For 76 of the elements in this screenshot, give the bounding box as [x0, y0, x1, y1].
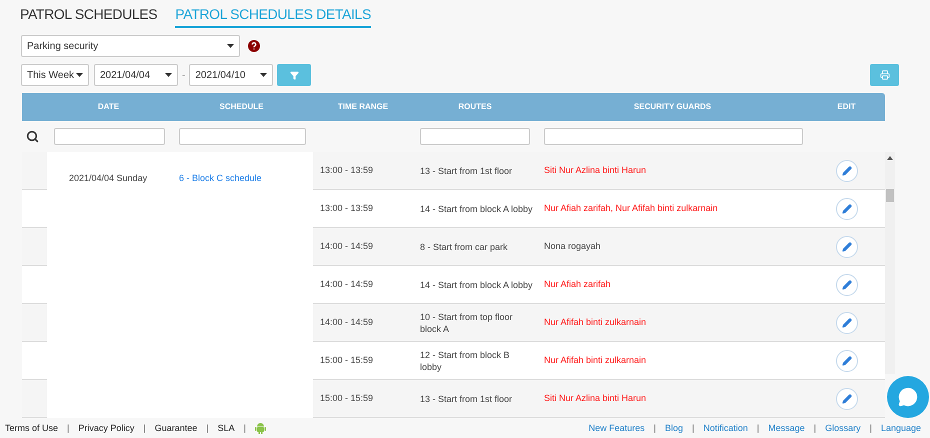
edit-button[interactable]	[836, 388, 858, 410]
caret-icon	[227, 44, 234, 48]
print-button[interactable]	[870, 64, 899, 86]
footer-link[interactable]: Glossary	[825, 422, 861, 435]
link-separator: |	[756, 422, 760, 435]
filter-button[interactable]	[277, 64, 312, 86]
date-select[interactable]: 2021/04/10	[189, 64, 274, 86]
scroll-up-icon[interactable]	[887, 156, 893, 160]
footer-link[interactable]: Guarantee	[154, 422, 198, 435]
table-cell: Nur Afiah zarifah	[537, 266, 808, 304]
edit-button[interactable]	[836, 274, 858, 296]
edit-button[interactable]	[836, 198, 858, 220]
footer-link[interactable]: Message	[768, 422, 805, 435]
link-separator: |	[870, 422, 872, 435]
caret-icon	[260, 73, 268, 77]
scrollbar-thumb[interactable]	[886, 189, 894, 202]
footer-link[interactable]: Blog	[664, 422, 683, 435]
filter-icon	[290, 70, 299, 80]
guards-filter-field[interactable]	[544, 128, 803, 145]
site-select[interactable]: Parking security	[21, 35, 240, 57]
link-separator: |	[654, 422, 656, 435]
table-cell: 14:00 - 14:59	[313, 266, 413, 304]
edit-button[interactable]	[836, 312, 858, 334]
link-separator: |	[206, 422, 209, 435]
routes-filter-field[interactable]	[420, 128, 530, 145]
pencil-icon	[842, 242, 852, 252]
android-icon[interactable]	[254, 422, 266, 434]
caret-icon	[165, 73, 172, 77]
pencil-icon	[842, 394, 852, 404]
search-icon	[26, 130, 39, 143]
column-header: SECURITY GUARDS	[632, 101, 712, 113]
footer-link[interactable]: Notification	[703, 422, 748, 435]
table-cell: 15:00 - 15:59	[313, 342, 413, 380]
edit-button[interactable]	[836, 350, 858, 372]
period-select[interactable]: This Week	[21, 64, 89, 86]
pencil-icon	[842, 280, 852, 290]
edit-button[interactable]	[836, 160, 858, 182]
pencil-icon	[842, 356, 852, 366]
footer-link[interactable]: Language	[880, 422, 921, 435]
pencil-icon	[842, 318, 852, 328]
table-cell-text: 2021/04/04 Sunday	[68, 172, 148, 185]
print-icon	[880, 70, 890, 80]
schedule-filter-field[interactable]	[179, 128, 306, 145]
table-cell: 12 - Start from block B lobby	[413, 342, 537, 380]
footer-link[interactable]: New Features	[588, 422, 645, 435]
table-cell: 14 - Start from block A lobby	[413, 190, 537, 228]
chat-icon	[898, 387, 918, 407]
column-header: SCHEDULE	[218, 101, 264, 113]
date-separator: -	[181, 68, 186, 82]
pencil-icon	[842, 204, 852, 214]
footer-link[interactable]: Terms of Use	[5, 422, 58, 435]
date-filter-field[interactable]	[54, 128, 165, 145]
table-cell: Nur Afiah zarifah, Nur Afifah binti zulkarnain	[537, 190, 808, 228]
column-header: EDIT	[836, 101, 857, 113]
column-header: ROUTES	[457, 101, 493, 113]
table-cell: 13:00 - 13:59	[313, 190, 413, 228]
link-separator: |	[692, 422, 694, 435]
column-header: TIME RANGE	[336, 101, 390, 113]
pencil-icon	[842, 166, 852, 176]
link-separator: |	[67, 422, 70, 435]
column-header: DATE	[96, 101, 120, 113]
chat-button[interactable]	[887, 376, 929, 418]
edit-button[interactable]	[836, 236, 858, 258]
link-separator: |	[143, 422, 146, 435]
help-icon[interactable]	[248, 40, 260, 52]
scrollbar[interactable]	[885, 152, 895, 374]
link-separator: |	[244, 422, 246, 435]
date-select[interactable]: 2021/04/04	[94, 64, 178, 86]
schedule-link[interactable]: 6 - Block C schedule	[179, 172, 262, 186]
footer-link[interactable]: Privacy Policy	[78, 422, 134, 435]
caret-icon	[76, 73, 83, 77]
footer-link[interactable]: SLA	[218, 422, 235, 435]
link-separator: |	[814, 422, 816, 435]
table-cell: Nur Afifah binti zulkarnain	[537, 342, 808, 380]
table-cell: 14 - Start from block A lobby	[413, 266, 537, 304]
tab[interactable]: PATROL SCHEDULES	[20, 4, 158, 26]
